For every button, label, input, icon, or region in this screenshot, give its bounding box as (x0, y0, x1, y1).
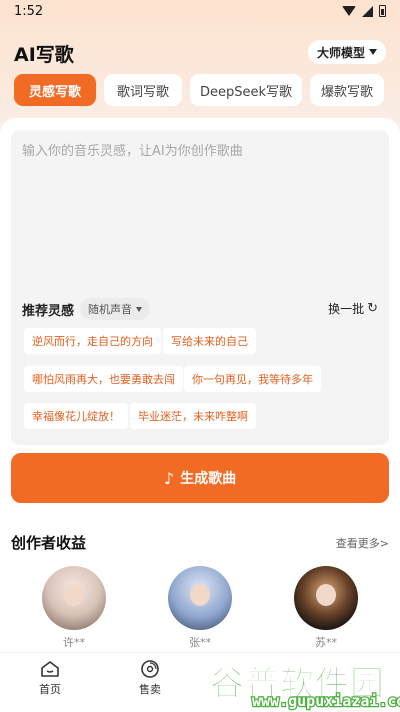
creator-name: 张** (189, 636, 211, 649)
nav-item-sell[interactable]: 售卖 (120, 659, 180, 697)
mode-tabs: 灵感写歌 歌词写歌 DeepSeek写歌 爆款写歌 (14, 74, 384, 106)
tab-deepseek[interactable]: DeepSeek写歌 (190, 74, 302, 106)
inspiration-input-placeholder: 输入你的音乐灵感，让AI为你创作歌曲 (22, 144, 243, 159)
avatar-face (316, 584, 336, 606)
random-voice-label: 随机声音 (88, 303, 132, 316)
generate-song-button[interactable]: ♪ 生成歌曲 (11, 453, 389, 503)
creator-name: 苏** (315, 636, 337, 649)
random-voice-select[interactable]: 随机声音 (80, 298, 150, 320)
avatar-face (64, 584, 84, 606)
watermark-url: www.gupuxiazai.com (251, 691, 400, 712)
tab-lyrics[interactable]: 歌词写歌 (104, 74, 182, 106)
refresh-icon: ↻ (367, 301, 378, 316)
nav-label-sell: 售卖 (139, 683, 161, 696)
recommend-title: 推荐灵感 (22, 304, 75, 319)
tab-inspiration[interactable]: 灵感写歌 (14, 74, 96, 106)
watermark: 谷普软件园 www.gupuxiazai.com (210, 656, 400, 712)
creator-name: 许** (63, 636, 85, 649)
inspiration-chip[interactable]: 写给未来的自己 (163, 328, 256, 354)
avatar[interactable] (42, 566, 106, 630)
inspiration-chip[interactable]: 逆风而行，走自己的方向 (24, 328, 161, 354)
caret-down-icon (369, 49, 377, 55)
status-time: 1:52 (14, 4, 44, 19)
tab-hit[interactable]: 爆款写歌 (310, 74, 384, 106)
nav-item-home[interactable]: 首页 (20, 659, 80, 697)
generate-song-label: 生成歌曲 (180, 471, 237, 487)
music-note-icon: ♪ (163, 468, 175, 488)
inspiration-input[interactable] (11, 130, 389, 445)
avatar[interactable] (294, 566, 358, 630)
inspiration-chip[interactable]: 你一句再见，我等待多年 (184, 366, 321, 392)
nav-label-home: 首页 (39, 683, 61, 696)
wifi-icon (342, 6, 356, 16)
see-more-link[interactable]: 查看更多> (336, 535, 389, 551)
model-select-label: 大师模型 (316, 45, 365, 60)
battery-icon (379, 5, 386, 17)
status-bar: 1:52 (0, 0, 400, 26)
model-select-button[interactable]: 大师模型 (307, 40, 386, 64)
inspiration-chip[interactable]: 幸福像花儿绽放！ (24, 403, 128, 429)
page-title: AI写歌 (14, 44, 74, 66)
status-icons (342, 5, 386, 17)
creator-earnings-title: 创作者收益 (11, 534, 87, 552)
disc-icon (140, 659, 160, 679)
inspiration-chip[interactable]: 毕业迷茫，未来咋整啊 (130, 403, 256, 429)
avatar-face (190, 584, 210, 606)
caret-down-icon (136, 306, 142, 312)
avatar[interactable] (168, 566, 232, 630)
refresh-label: 换一批 (328, 302, 365, 316)
inspiration-chip[interactable]: 哪怕风雨再大，也要勇敢去闯 (24, 366, 183, 392)
signal-icon (362, 5, 373, 17)
refresh-button[interactable]: 换一批 ↻ (328, 300, 378, 317)
home-icon (40, 659, 60, 679)
